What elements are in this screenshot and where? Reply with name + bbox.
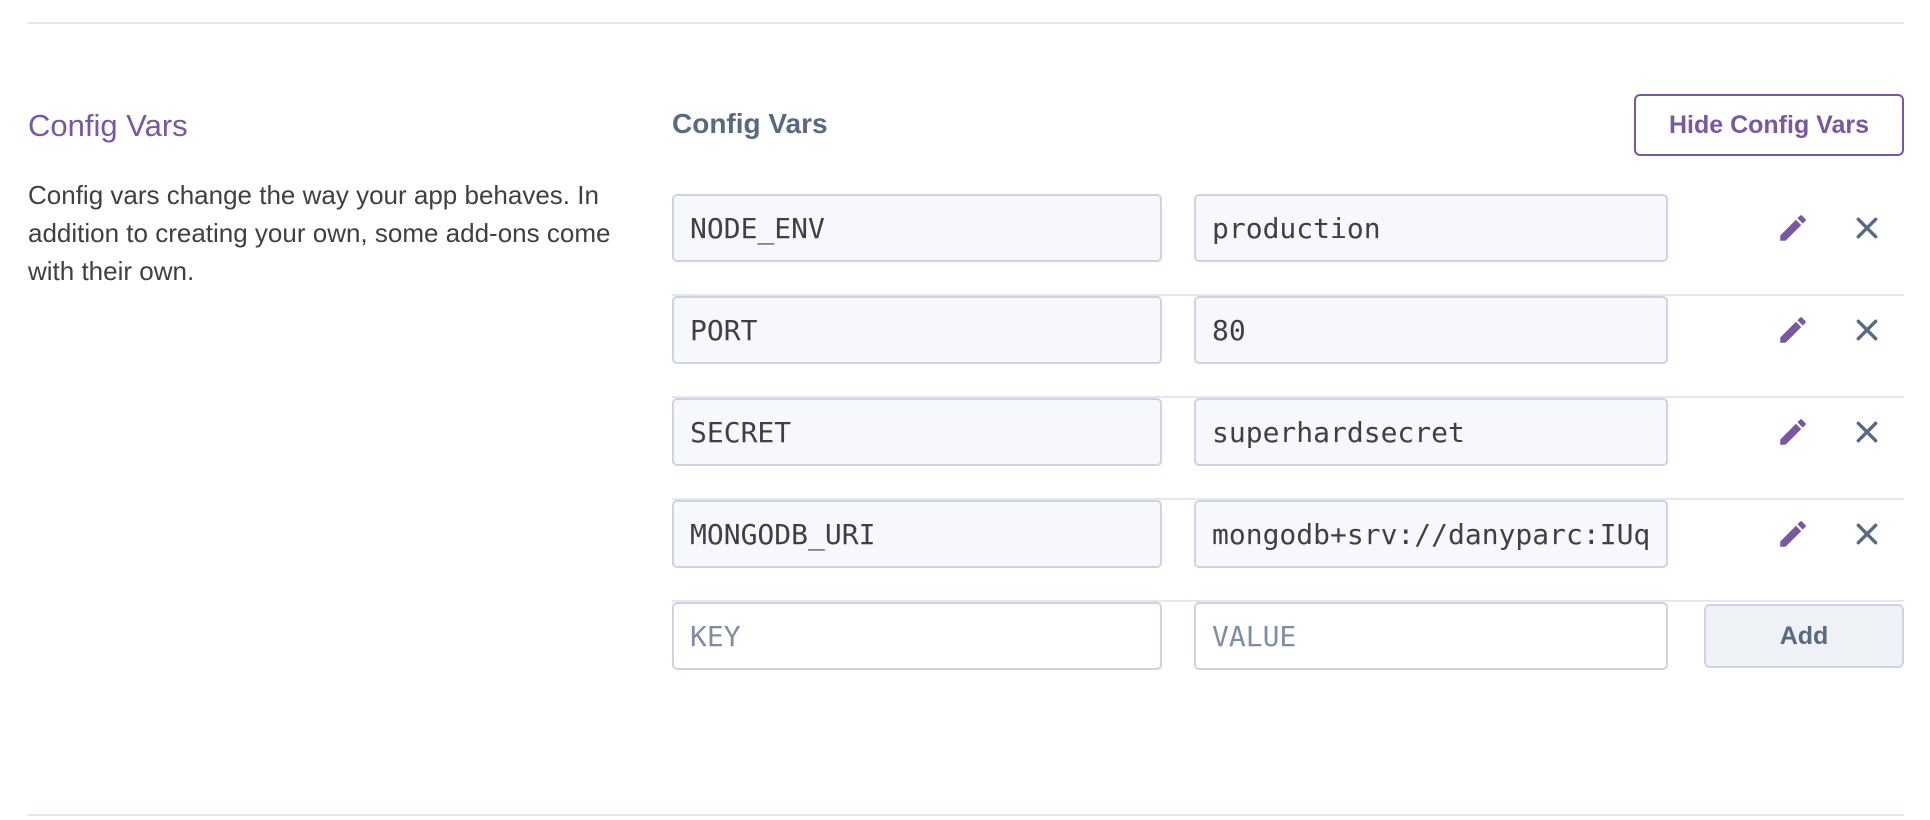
config-var-row: [672, 398, 1904, 500]
config-vars-panel: Config Vars Hide Config Vars NODE_ENV pr…: [672, 94, 1904, 704]
close-icon[interactable]: [1847, 412, 1887, 452]
pencil-icon[interactable]: [1773, 514, 1813, 554]
pencil-icon[interactable]: [1773, 208, 1813, 248]
config-var-row: [672, 296, 1904, 398]
hide-config-vars-button[interactable]: Hide Config Vars: [1634, 94, 1904, 156]
section-aside: Config Vars Config vars change the way y…: [28, 104, 628, 290]
config-vars-list: Add: [672, 194, 1904, 704]
pencil-icon[interactable]: [1773, 310, 1813, 350]
add-config-var-button[interactable]: Add: [1704, 604, 1904, 668]
top-divider: [28, 22, 1904, 24]
section-description: Config vars change the way your app beha…: [28, 180, 611, 286]
config-var-value-input[interactable]: [1194, 500, 1668, 568]
config-var-key-input[interactable]: [672, 194, 1162, 262]
panel-title: Config Vars: [672, 108, 828, 139]
new-key-input[interactable]: [672, 602, 1162, 670]
panel-header: Config Vars Hide Config Vars: [672, 94, 1904, 158]
pencil-icon[interactable]: [1773, 412, 1813, 452]
config-var-key-input[interactable]: [672, 398, 1162, 466]
config-var-row: [672, 500, 1904, 602]
config-vars-page: Config Vars Config vars change the way y…: [0, 0, 1930, 820]
config-var-key-input[interactable]: [672, 500, 1162, 568]
new-config-var-row: Add: [672, 602, 1904, 704]
new-value-input[interactable]: [1194, 602, 1668, 670]
bottom-divider: [28, 814, 1904, 816]
close-icon[interactable]: [1847, 310, 1887, 350]
config-var-value-input[interactable]: [1194, 296, 1668, 364]
config-var-value-input[interactable]: [1194, 194, 1668, 262]
close-icon[interactable]: [1847, 514, 1887, 554]
section-title: Config Vars: [28, 108, 188, 143]
config-var-row: [672, 194, 1904, 296]
close-icon[interactable]: [1847, 208, 1887, 248]
config-var-value-input[interactable]: [1194, 398, 1668, 466]
config-var-key-input[interactable]: [672, 296, 1162, 364]
